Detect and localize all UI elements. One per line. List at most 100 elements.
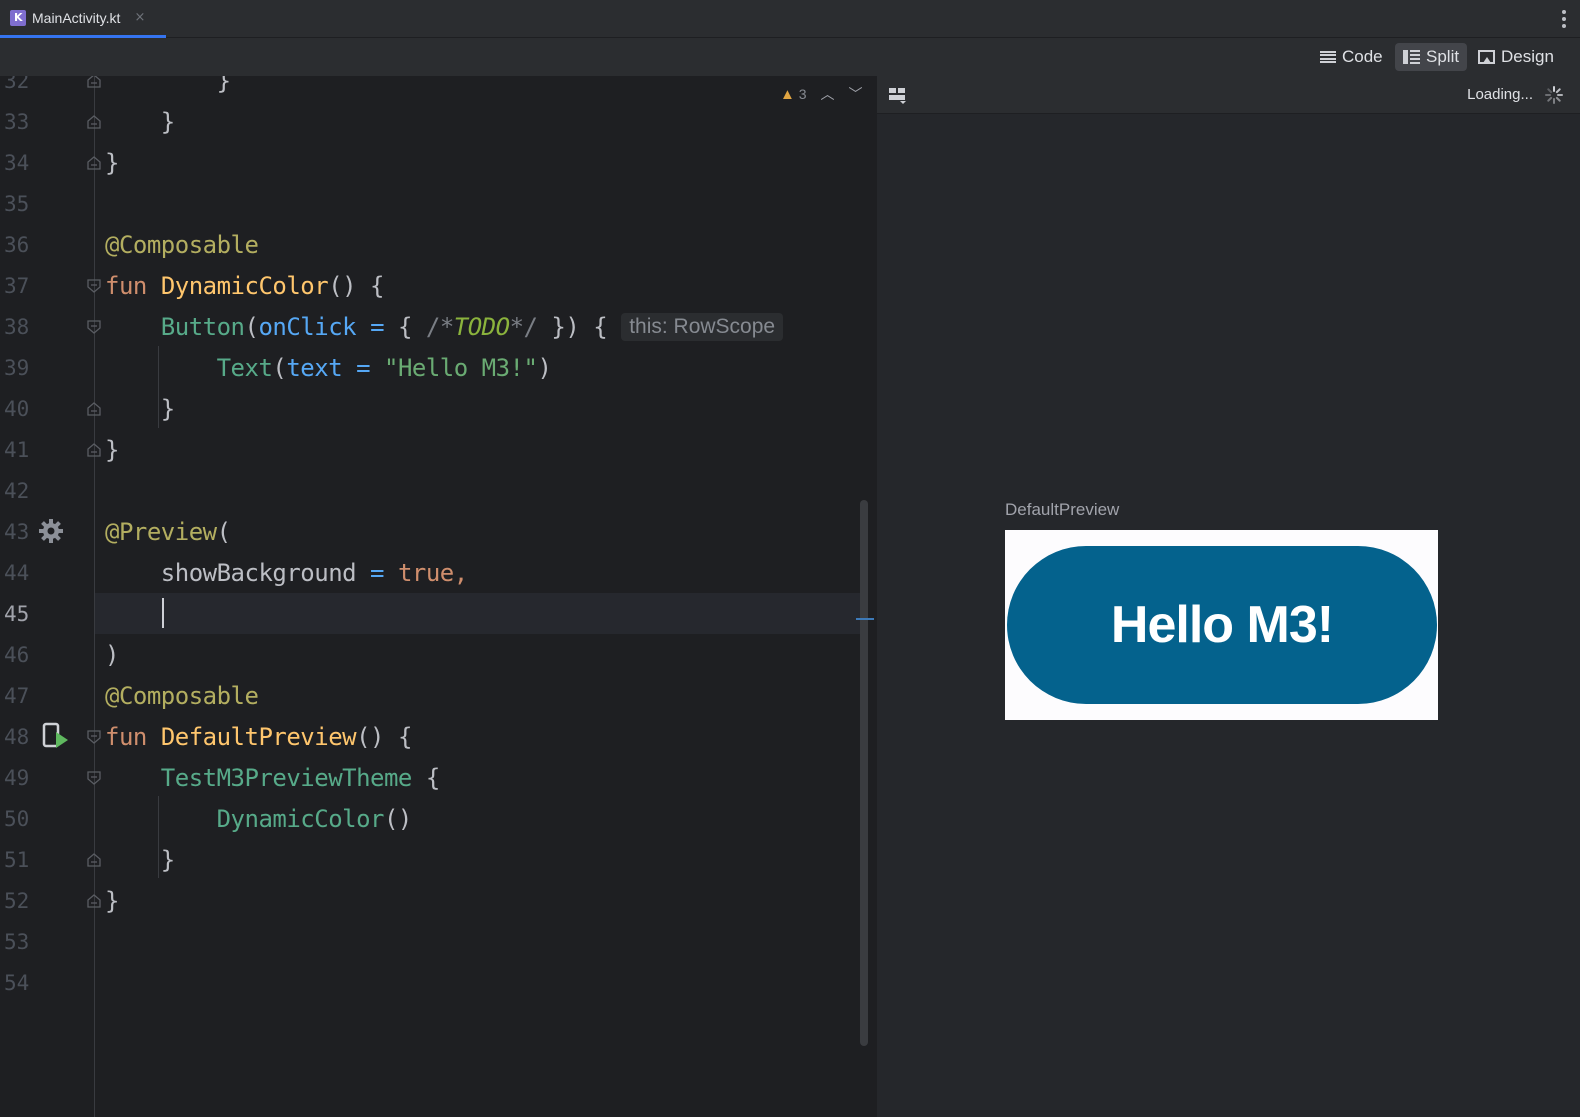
code-line[interactable]: 46) [0,635,876,676]
preview-name: DefaultPreview [1005,500,1120,519]
code-text: ) [105,641,119,669]
preview-render[interactable]: Hello M3! [1005,530,1438,720]
warning-indicator[interactable]: ▲ 3 [780,86,807,103]
code-text: @Composable [105,231,259,259]
code-view-button[interactable]: Code [1312,43,1391,71]
line-number: 54 [4,971,30,995]
line-number: 50 [4,807,30,831]
line-number: 35 [4,192,30,216]
gear-icon[interactable] [38,518,64,544]
run-preview-icon[interactable] [42,722,72,750]
line-number: 32 [4,76,30,93]
code-text: } [105,436,119,464]
code-text: } [105,149,119,177]
inspection-widget[interactable]: ▲ 3 ︿ ﹀ [780,84,863,104]
code-line[interactable]: 42 [0,471,876,512]
code-text: Button(onClick = { /*TODO*/ }) { this: R… [105,307,784,348]
code-line[interactable]: 40 } [0,389,876,430]
code-editor[interactable]: 32 } 33 } 34} 35 36 @Composable 37 fun DynamicC… [0,76,876,1117]
line-number: 43 [4,520,30,544]
line-number: 40 [4,397,30,421]
line-number: 48 [4,725,30,749]
code-text: @Composable [105,682,259,710]
vertical-scrollbar[interactable] [860,500,868,1046]
code-line[interactable]: 45 [0,594,876,635]
close-icon[interactable]: × [134,10,145,25]
fold-start-icon[interactable] [86,278,102,294]
code-text: } [105,76,231,95]
line-number: 37 [4,274,30,298]
line-number: 33 [4,110,30,134]
line-number: 51 [4,848,30,872]
design-view-icon [1478,50,1495,64]
code-text: fun DefaultPreview() { [105,723,412,751]
design-view-button[interactable]: Design [1470,43,1562,71]
fold-end-icon[interactable] [86,114,102,130]
code-line[interactable]: 53 [0,922,876,963]
code-view-label: Code [1342,47,1383,66]
code-line[interactable]: 35 [0,184,876,225]
fold-end-icon[interactable] [86,442,102,458]
kotlin-file-icon [10,9,26,26]
code-line[interactable]: 49 TestM3PreviewTheme { [0,758,876,799]
tab-mainactivity[interactable]: MainActivity.kt × [0,0,166,38]
tab-label: MainActivity.kt [32,9,121,26]
code-line[interactable]: 32 } [0,76,876,102]
code-line[interactable]: 37 fun DynamicColor() { [0,266,876,307]
previous-highlight-icon[interactable]: ︿ [821,84,835,104]
fold-start-icon[interactable] [86,729,102,745]
fold-start-icon[interactable] [86,319,102,335]
fold-end-icon[interactable] [86,401,102,417]
code-line[interactable]: 43 @Preview( [0,512,876,553]
fold-end-icon[interactable] [86,893,102,909]
code-line[interactable]: 48 fun DefaultPreview() { [0,717,876,758]
code-text: DynamicColor() [216,805,413,833]
code-line[interactable]: 50 DynamicColor() [0,799,876,840]
code-line[interactable]: 41} [0,430,876,471]
line-number: 38 [4,315,30,339]
line-number: 42 [4,479,30,503]
code-line[interactable]: 44 showBackground = true, [0,553,876,594]
compose-preview-pane: Loading... DefaultPreview Hello M3! [876,76,1580,1117]
code-text: } [105,887,119,915]
line-number: 47 [4,684,30,708]
code-view-icon [1320,50,1336,64]
line-number: 41 [4,438,30,462]
code-line[interactable]: 34} [0,143,876,184]
code-line[interactable]: 36 @Composable [0,225,876,266]
next-highlight-icon[interactable]: ﹀ [849,84,863,104]
layout-grid-icon[interactable] [889,88,907,104]
design-view-label: Design [1501,47,1554,66]
fold-start-icon[interactable] [86,770,102,786]
code-text: } [105,108,175,136]
line-number: 39 [4,356,30,380]
line-number: 34 [4,151,30,175]
code-text: } [105,846,175,874]
code-line[interactable]: 47 @Composable [0,676,876,717]
code-line[interactable]: 51 } [0,840,876,881]
line-number: 44 [4,561,30,585]
code-line[interactable]: 38 Button(onClick = { /*TODO*/ }) { this… [0,307,876,348]
code-text: } [105,395,175,423]
code-line[interactable]: 33 } [0,102,876,143]
line-number: 45 [4,602,30,626]
view-mode-bar: Code Split Design [0,38,1580,76]
line-number: 52 [4,889,30,913]
hello-m3-button-label: Hello M3! [1110,596,1334,654]
more-vertical-icon[interactable] [1562,10,1566,28]
line-number: 36 [4,233,30,257]
fold-end-icon[interactable] [86,76,102,89]
code-text: TestM3PreviewTheme { [160,764,440,792]
split-view-button[interactable]: Split [1395,43,1468,71]
caret-marker [856,618,874,620]
code-line[interactable]: 54 [0,963,876,1004]
code-line[interactable]: 52} [0,881,876,922]
editor-tab-bar: MainActivity.kt × [0,0,1580,38]
code-text: Text(text = "Hello M3!") [216,354,552,382]
code-text: @Preview( [105,518,231,546]
fold-end-icon[interactable] [86,155,102,171]
loading-spinner-icon [1545,86,1563,104]
code-line[interactable]: 39 Text(text = "Hello M3!") [0,348,876,389]
hello-m3-button[interactable]: Hello M3! [1007,546,1437,704]
fold-end-icon[interactable] [86,852,102,868]
